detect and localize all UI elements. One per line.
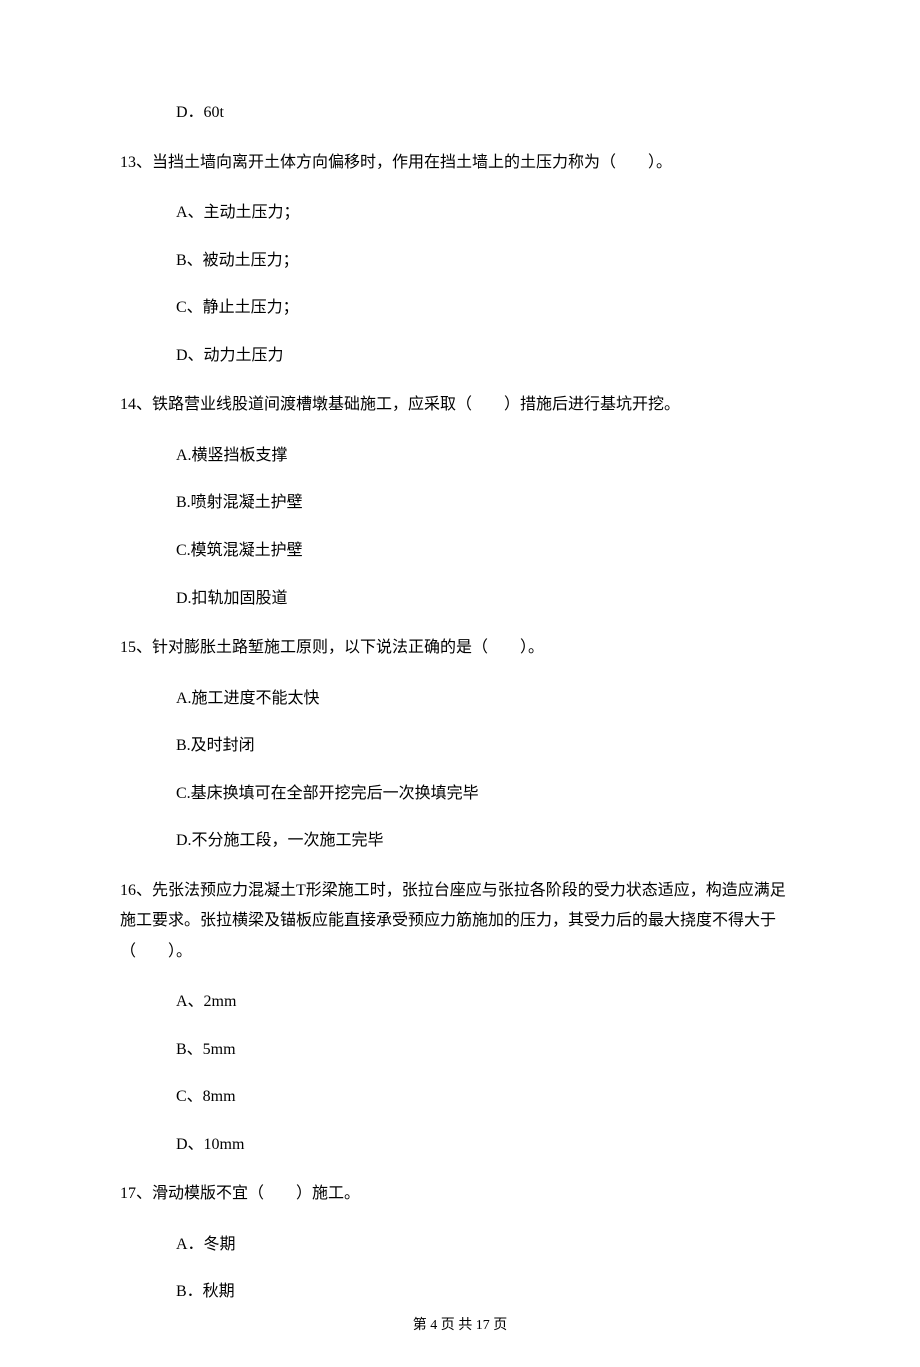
q15-option-a: A.施工进度不能太快 — [120, 686, 800, 712]
q12-option-d: D．60t — [120, 100, 800, 126]
q13-option-a: A、主动土压力； — [120, 200, 800, 226]
q14-option-d: D.扣轨加固股道 — [120, 586, 800, 612]
q13-stem: 13、当挡土墙向离开土体方向偏移时，作用在挡土墙上的土压力称为（ ）。 — [120, 148, 800, 178]
q16-option-b: B、5mm — [120, 1037, 800, 1063]
q15-option-b: B.及时封闭 — [120, 733, 800, 759]
q13-option-b: B、被动土压力； — [120, 248, 800, 274]
q14-option-a: A.横竖挡板支撑 — [120, 443, 800, 469]
q16-stem: 16、先张法预应力混凝土T形梁施工时，张拉台座应与张拉各阶段的受力状态适应，构造… — [120, 876, 800, 967]
q16-option-a: A、2mm — [120, 989, 800, 1015]
q14-option-c: C.模筑混凝土护壁 — [120, 538, 800, 564]
q17-option-b: B．秋期 — [120, 1279, 800, 1305]
page-footer: 第 4 页 共 17 页 — [0, 1315, 920, 1337]
q15-option-d: D.不分施工段，一次施工完毕 — [120, 828, 800, 854]
q16-option-d: D、10mm — [120, 1132, 800, 1158]
q14-stem: 14、铁路营业线股道间渡槽墩基础施工，应采取（ ）措施后进行基坑开挖。 — [120, 390, 800, 420]
q13-option-c: C、静止土压力； — [120, 295, 800, 321]
q13-option-d: D、动力土压力 — [120, 343, 800, 369]
q16-option-c: C、8mm — [120, 1084, 800, 1110]
q14-option-b: B.喷射混凝土护壁 — [120, 490, 800, 516]
q15-option-c: C.基床换填可在全部开挖完后一次换填完毕 — [120, 781, 800, 807]
q17-option-a: A．冬期 — [120, 1232, 800, 1258]
q17-stem: 17、滑动模版不宜（ ）施工。 — [120, 1179, 800, 1209]
q15-stem: 15、针对膨胀土路堑施工原则，以下说法正确的是（ ）。 — [120, 633, 800, 663]
